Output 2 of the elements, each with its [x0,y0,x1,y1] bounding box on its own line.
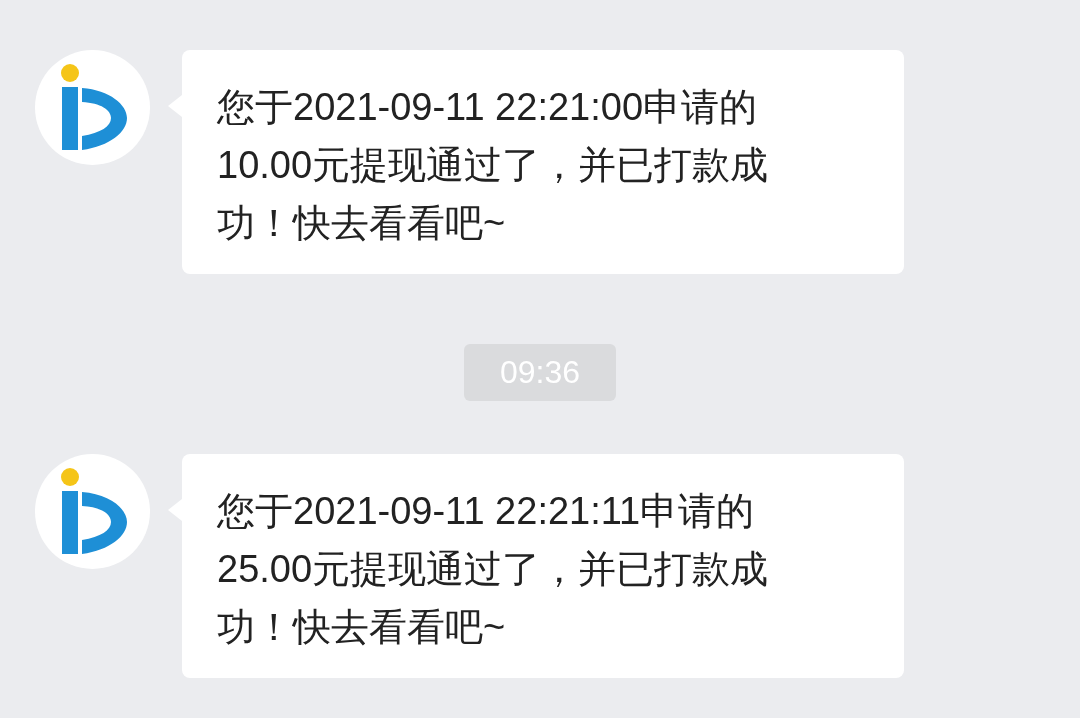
message-text: 您于2021-09-11 22:21:11申请的25.00元提现通过了，并已打款成功！快去看看吧~ [217,489,770,650]
message-text: 您于2021-09-11 22:21:00申请的10.00元提现通过了，并已打款成功！快去看看吧~ [217,85,770,246]
